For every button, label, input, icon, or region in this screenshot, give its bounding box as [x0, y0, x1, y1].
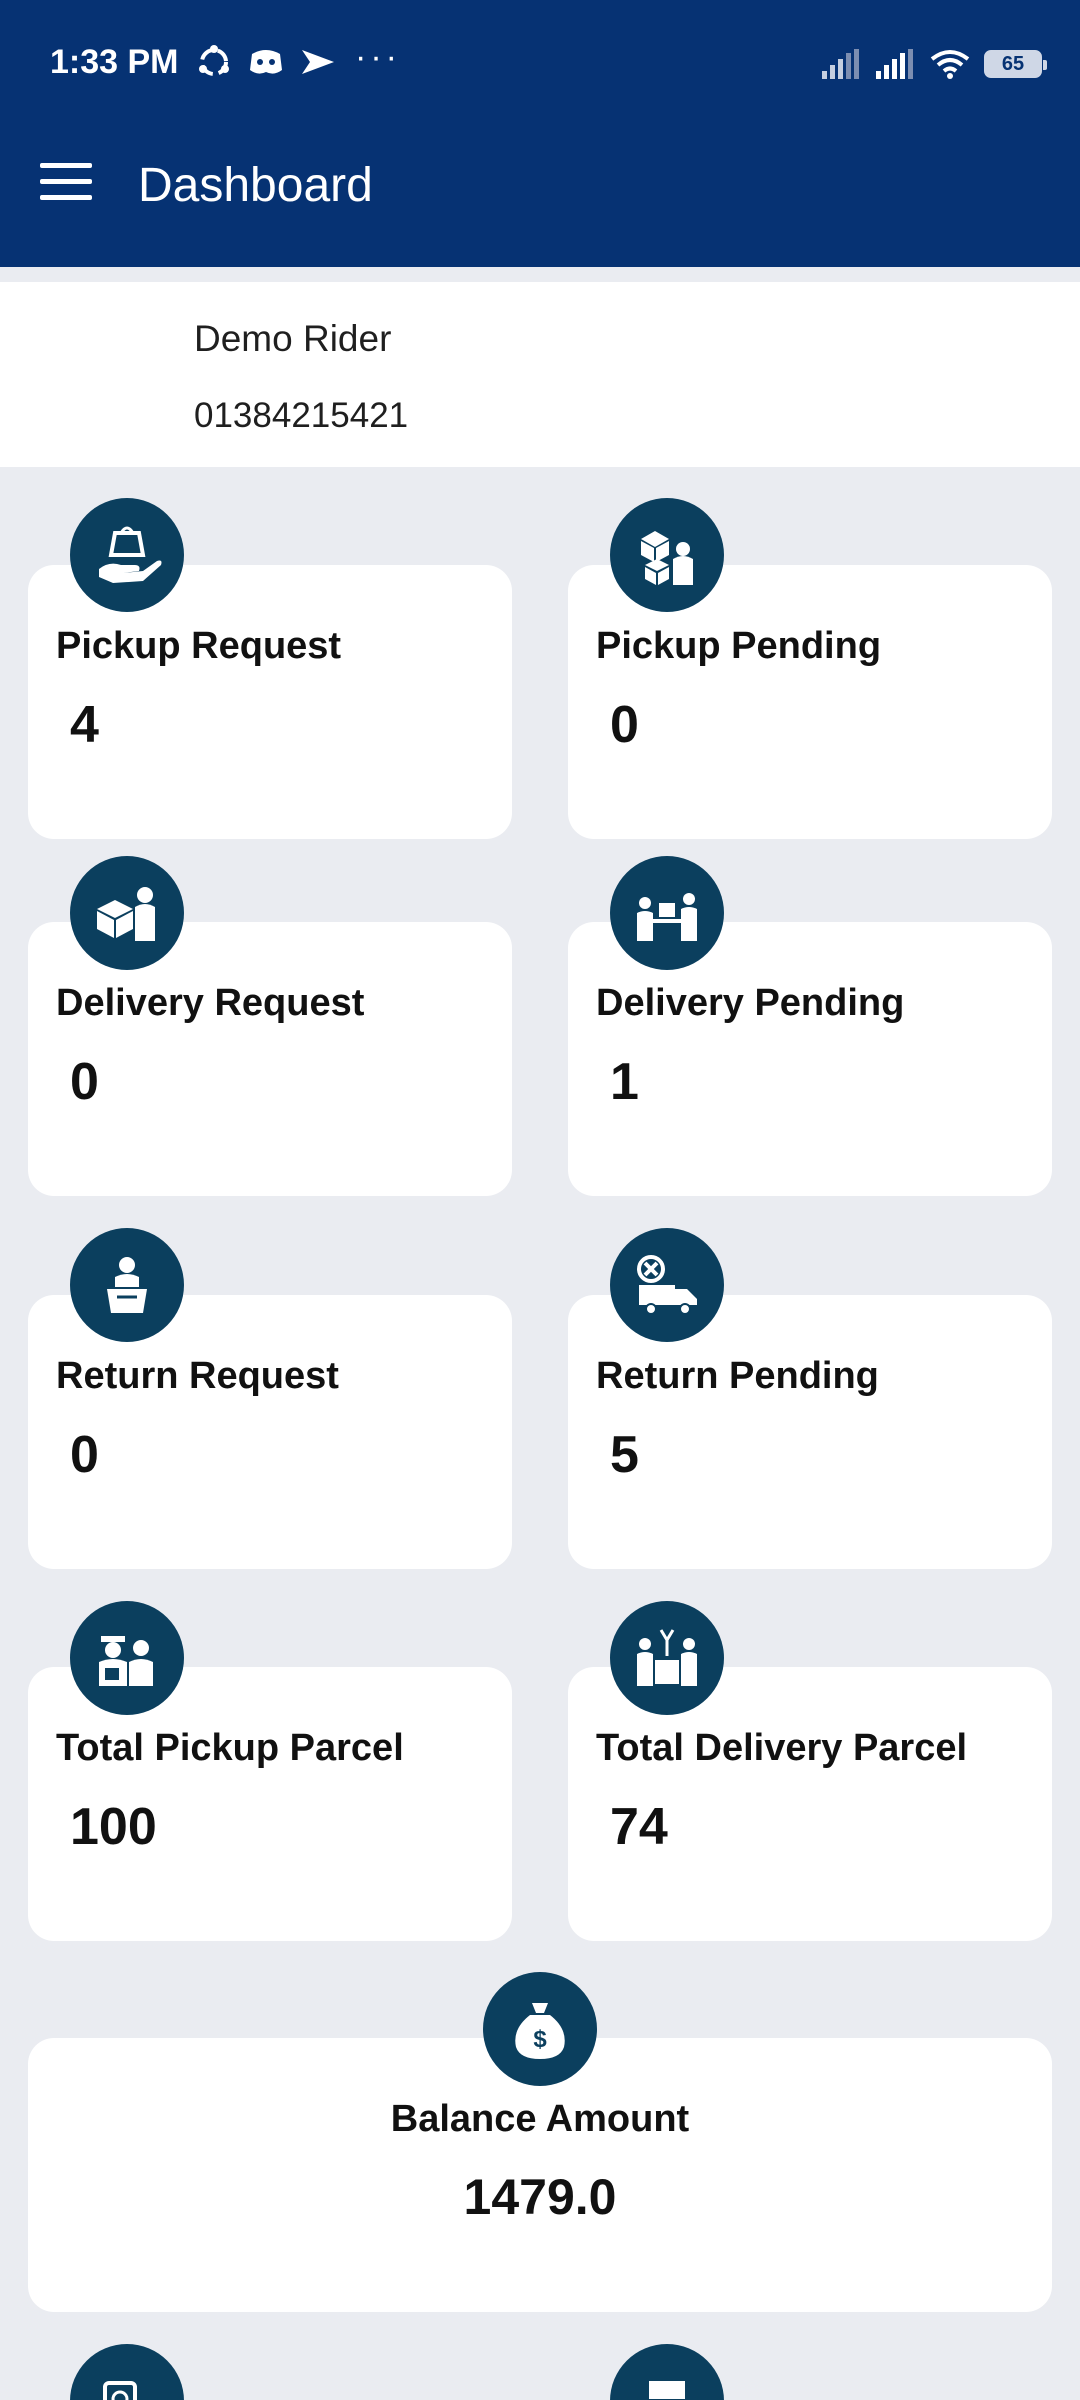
card-label: Return Request: [56, 1355, 339, 1397]
person-box-icon: [70, 1228, 184, 1342]
card-value: 0: [70, 1053, 99, 1111]
page-title: Dashboard: [138, 159, 373, 212]
card-pickup-request[interactable]: Pickup Request 4: [28, 565, 512, 839]
overflow-dots: ···: [355, 38, 401, 76]
payment-icon: [70, 2344, 184, 2400]
discord-icon: [246, 44, 286, 80]
courier-customer-icon: [70, 1601, 184, 1715]
rider-name: Demo Rider: [194, 318, 392, 359]
card-return-pending[interactable]: Return Pending 5: [568, 1295, 1052, 1569]
card-label: Pickup Request: [56, 625, 342, 667]
card-value: 0: [70, 1426, 99, 1484]
svg-text:$: $: [533, 2026, 547, 2053]
card-pickup-pending[interactable]: Pickup Pending 0: [568, 565, 1052, 839]
signal-icon: [822, 49, 859, 79]
handover-icon: [610, 856, 724, 970]
app-bar: 1:33 PM ··· 65 Dashboard: [0, 0, 1080, 267]
battery-level: 65: [1001, 52, 1025, 75]
card-value: 1: [610, 1053, 639, 1111]
card-value: 74: [610, 1798, 668, 1856]
money-bag-icon: $: [483, 1972, 597, 2086]
send-icon: [298, 44, 338, 80]
hamburger-icon: [40, 163, 92, 168]
card-label: Delivery Pending: [596, 982, 905, 1024]
signal-icon: [876, 49, 913, 79]
battery-indicator: 65: [984, 50, 1047, 78]
card-label: Total Delivery Parcel: [596, 1727, 968, 1769]
hamburger-icon-line: [40, 179, 92, 184]
hand-bag-icon: [70, 498, 184, 612]
rider-phone: 01384215421: [194, 396, 409, 435]
card-label: Delivery Request: [56, 982, 365, 1024]
menu-button[interactable]: [40, 163, 96, 207]
card-value: 4: [70, 696, 99, 754]
box-person-icon: [70, 856, 184, 970]
status-bar: 1:33 PM ··· 65: [0, 0, 1080, 130]
profile-panel: Demo Rider 01384215421: [0, 282, 1080, 467]
balance-label: Balance Amount: [390, 2098, 690, 2140]
hamburger-icon-line: [40, 195, 92, 200]
card-value: 0: [610, 696, 639, 754]
cash-transfer-icon: [610, 2344, 724, 2400]
status-indicators: 65: [822, 46, 1047, 82]
card-value: 5: [610, 1426, 639, 1484]
card-return-request[interactable]: Return Request 0: [28, 1295, 512, 1569]
truck-cancel-icon: [610, 1228, 724, 1342]
boxes-person-icon: [610, 498, 724, 612]
card-label: Total Pickup Parcel: [56, 1727, 404, 1769]
card-label: Pickup Pending: [596, 625, 882, 667]
status-time: 1:33 PM: [50, 43, 179, 81]
sync-icon: [194, 44, 234, 80]
delivery-box-icon: [610, 1601, 724, 1715]
balance-value: 1479.0: [463, 2169, 617, 2225]
card-value: 100: [70, 1798, 157, 1856]
card-label: Return Pending: [596, 1355, 879, 1397]
wifi-icon: [930, 50, 970, 79]
